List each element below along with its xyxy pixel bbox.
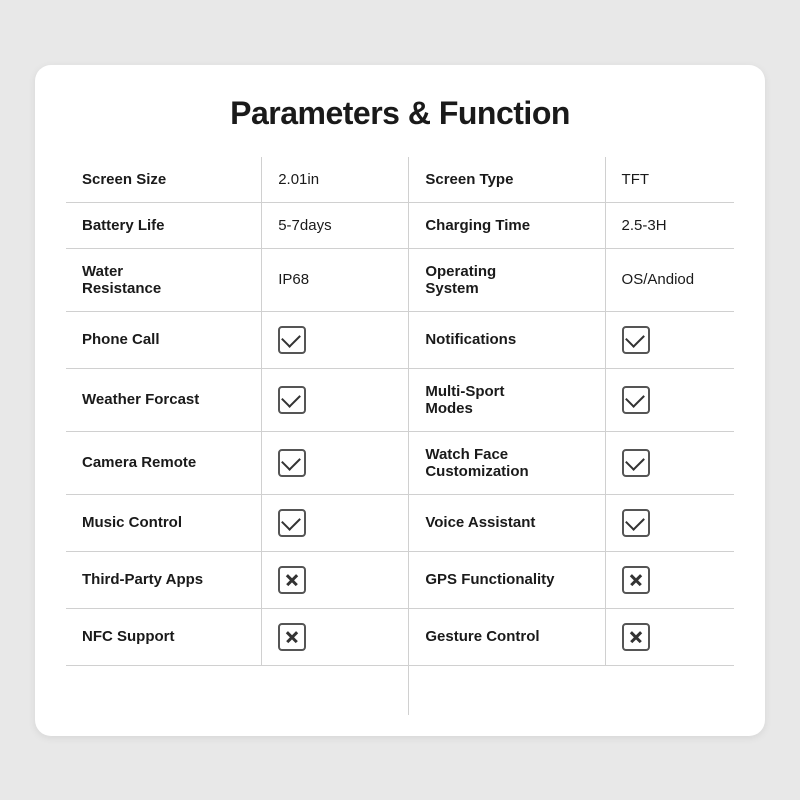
left-value: 2.01in	[262, 156, 409, 202]
check-icon	[278, 386, 306, 414]
right-label: Screen Type	[409, 156, 605, 202]
left-label: NFC Support	[66, 608, 262, 665]
right-value	[605, 608, 734, 665]
right-label: Voice Assistant	[409, 494, 605, 551]
left-label: Battery Life	[66, 202, 262, 248]
cross-icon	[622, 566, 650, 594]
check-icon	[622, 449, 650, 477]
table-row: Camera Remote Watch FaceCustomization	[66, 431, 735, 494]
left-label: Third-Party Apps	[66, 551, 262, 608]
check-icon	[622, 386, 650, 414]
table-row: Third-Party Apps GPS Functionality	[66, 551, 735, 608]
right-label: OperatingSystem	[409, 248, 605, 311]
check-icon	[622, 509, 650, 537]
cross-icon	[278, 566, 306, 594]
right-label: GPS Functionality	[409, 551, 605, 608]
left-value	[262, 608, 409, 665]
table-row	[66, 665, 735, 715]
check-icon	[278, 449, 306, 477]
left-label: Phone Call	[66, 311, 262, 368]
check-icon	[622, 326, 650, 354]
empty-left	[66, 665, 409, 715]
left-value	[262, 431, 409, 494]
right-value: 2.5-3H	[605, 202, 734, 248]
left-value: IP68	[262, 248, 409, 311]
left-value	[262, 368, 409, 431]
left-label: Screen Size	[66, 156, 262, 202]
right-value	[605, 431, 734, 494]
table-row: Screen Size2.01inScreen TypeTFT	[66, 156, 735, 202]
right-label: Notifications	[409, 311, 605, 368]
left-value	[262, 551, 409, 608]
cross-icon	[278, 623, 306, 651]
page-title: Parameters & Function	[65, 95, 735, 132]
left-value: 5-7days	[262, 202, 409, 248]
left-label: Weather Forcast	[66, 368, 262, 431]
right-label: Charging Time	[409, 202, 605, 248]
table-row: Music Control Voice Assistant	[66, 494, 735, 551]
right-value	[605, 311, 734, 368]
right-label: Watch FaceCustomization	[409, 431, 605, 494]
right-value	[605, 494, 734, 551]
left-value	[262, 311, 409, 368]
table-row: Weather Forcast Multi-SportModes	[66, 368, 735, 431]
left-label: Camera Remote	[66, 431, 262, 494]
right-value	[605, 551, 734, 608]
table-row: Phone Call Notifications	[66, 311, 735, 368]
check-icon	[278, 326, 306, 354]
left-label: WaterResistance	[66, 248, 262, 311]
table-row: WaterResistanceIP68OperatingSystemOS/And…	[66, 248, 735, 311]
left-label: Music Control	[66, 494, 262, 551]
card: Parameters & Function Screen Size2.01inS…	[35, 65, 765, 736]
left-value	[262, 494, 409, 551]
right-value: OS/Andiod	[605, 248, 734, 311]
table-row: Battery Life5-7daysCharging Time2.5-3H	[66, 202, 735, 248]
cross-icon	[622, 623, 650, 651]
right-value	[605, 368, 734, 431]
params-table: Screen Size2.01inScreen TypeTFTBattery L…	[65, 156, 735, 716]
empty-right	[409, 665, 735, 715]
right-label: Gesture Control	[409, 608, 605, 665]
right-value: TFT	[605, 156, 734, 202]
right-label: Multi-SportModes	[409, 368, 605, 431]
table-row: NFC Support Gesture Control	[66, 608, 735, 665]
check-icon	[278, 509, 306, 537]
